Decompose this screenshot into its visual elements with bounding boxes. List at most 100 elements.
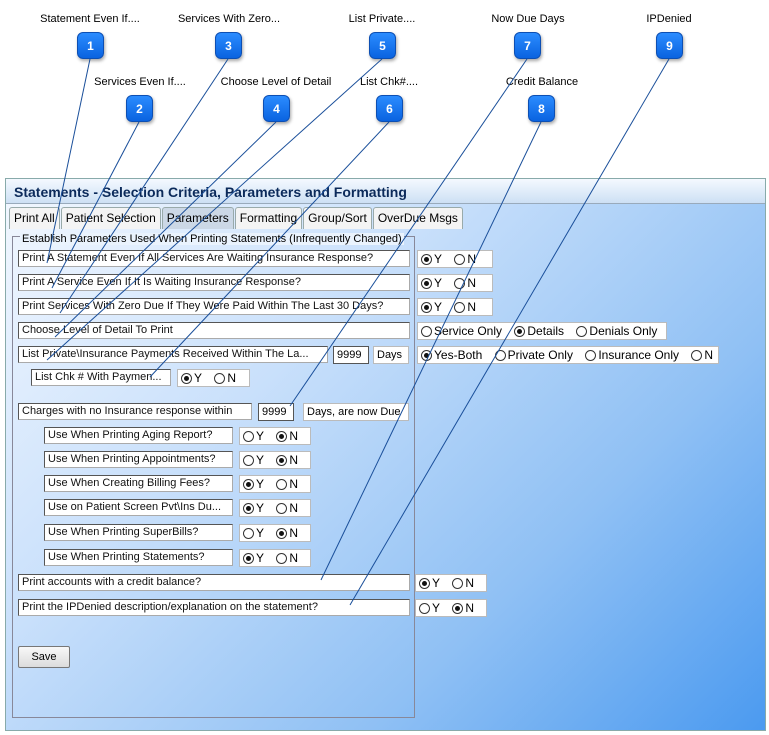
callout-badge-8: 8 [528,95,555,122]
services-zero-due-y[interactable]: Y [421,299,442,315]
service-even-if-y[interactable]: Y [421,275,442,291]
radio-icon [585,349,597,361]
tab-strip: Print All Patient Selection Parameters F… [9,207,464,229]
callout-badge-3: 3 [215,32,242,59]
tab-print-all[interactable]: Print All [9,207,60,229]
callout-label-8: Credit Balance [505,76,579,88]
callout-label-2: Services Even If.... [94,76,186,88]
sub-superbills-options: Y N [239,524,311,542]
option-label: N [467,252,477,266]
list-chk-label: List Chk # With Paymen... [31,369,171,386]
radio-y-icon [243,478,254,490]
statements-window: Statements - Selection Criteria, Paramet… [5,178,766,731]
credit-balance-options: Y N [415,574,487,592]
option-label: N [289,501,299,515]
list-chk-n[interactable]: N [214,370,236,386]
now-due-days-suffix: Days, are now Due [303,403,409,421]
sub-patient-screen-y[interactable]: Y [243,500,264,516]
service-even-if-n[interactable]: N [454,275,476,291]
statement-even-if-y[interactable]: Y [421,251,442,267]
radio-y-icon [419,602,430,614]
sub-aging-y[interactable]: Y [243,428,264,444]
list-private-payments-label: List Private\Insurance Payments Received… [18,346,328,363]
tab-group-sort[interactable]: Group/Sort [303,207,372,229]
option-label: Y [434,252,443,266]
credit-balance-n[interactable]: N [452,575,474,591]
sub-superbills-label: Use When Printing SuperBills? [44,524,233,541]
option-label: Service Only [434,324,503,338]
sub-patient-screen-label: Use on Patient Screen Pvt\Ins Du... [44,499,233,516]
sub-aging-n[interactable]: N [276,428,298,444]
option-label: Y [432,601,441,615]
sub-statements-label: Use When Printing Statements? [44,549,233,566]
sub-statements-n[interactable]: N [276,550,298,566]
ipdenied-n[interactable]: N [452,600,474,616]
sub-billing-fees-label: Use When Creating Billing Fees? [44,475,233,492]
tab-parameters[interactable]: Parameters [161,207,234,229]
callout-label-5: List Private.... [348,13,416,25]
service-even-if-label: Print A Service Even If It Is Waiting In… [18,274,410,291]
ipdenied-y[interactable]: Y [419,600,440,616]
radio-y-icon [421,277,432,289]
radio-n-icon [214,372,226,384]
save-button[interactable]: Save [18,646,70,668]
sub-appointments-n[interactable]: N [276,452,298,468]
detail-service-only[interactable]: Service Only [421,323,502,339]
radio-y-icon [421,253,432,265]
radio-n-icon [276,502,288,514]
sub-superbills-y[interactable]: Y [243,525,264,541]
list-private-days-input[interactable]: 9999 [333,346,369,364]
radio-icon [576,325,588,337]
window-title: Statements - Selection Criteria, Paramet… [6,179,765,204]
sub-statements-y[interactable]: Y [243,550,264,566]
radio-n-icon [276,430,288,442]
sub-superbills-n[interactable]: N [276,525,298,541]
tab-patient-selection[interactable]: Patient Selection [60,207,161,229]
tab-formatting[interactable]: Formatting [234,207,303,229]
radio-icon [691,349,703,361]
list-chk-y[interactable]: Y [181,370,202,386]
option-label: N [704,348,714,362]
now-due-days-input[interactable]: 9999 [258,403,294,421]
radio-n-icon [276,527,288,539]
list-private-yes-both[interactable]: Yes-Both [421,347,482,363]
radio-icon [514,325,526,337]
statement-even-if-n[interactable]: N [454,251,476,267]
credit-balance-label: Print accounts with a credit balance? [18,574,410,591]
detail-details[interactable]: Details [514,323,564,339]
parameters-group-title: Establish Parameters Used When Printing … [20,233,404,245]
option-label: N [465,576,475,590]
radio-y-icon [181,372,192,384]
radio-y-icon [243,430,254,442]
option-label: Y [256,429,265,443]
sub-appointments-y[interactable]: Y [243,452,264,468]
callout-label-4: Choose Level of Detail [220,76,332,88]
services-zero-due-label: Print Services With Zero Due If They Wer… [18,298,410,315]
services-zero-due-n[interactable]: N [454,299,476,315]
sub-patient-screen-n[interactable]: N [276,500,298,516]
option-label: Y [194,371,203,385]
option-label: Y [256,551,265,565]
sub-aging-label: Use When Printing Aging Report? [44,427,233,444]
option-label: Y [434,276,443,290]
detail-denials-only[interactable]: Denials Only [576,323,657,339]
option-label: N [465,601,475,615]
tab-overdue-msgs[interactable]: OverDue Msgs [372,207,463,229]
radio-n-icon [276,454,288,466]
option-label: Y [256,477,265,491]
sub-billing-fees-y[interactable]: Y [243,476,264,492]
list-private-private-only[interactable]: Private Only [494,347,573,363]
statement-even-if-options: Y N [417,250,493,268]
option-label: Y [256,501,265,515]
services-zero-due-options: Y N [417,298,493,316]
list-private-n[interactable]: N [691,347,713,363]
list-private-insurance-only[interactable]: Insurance Only [585,347,679,363]
credit-balance-y[interactable]: Y [419,575,440,591]
sub-billing-fees-n[interactable]: N [276,476,298,492]
callout-label-1: Statement Even If.... [40,13,140,25]
radio-y-icon [421,301,432,313]
radio-n-icon [452,602,464,614]
callout-label-3: Services With Zero... [177,13,281,25]
level-of-detail-options: Service Only Details Denials Only [417,322,667,340]
option-label: Yes-Both [434,348,483,362]
